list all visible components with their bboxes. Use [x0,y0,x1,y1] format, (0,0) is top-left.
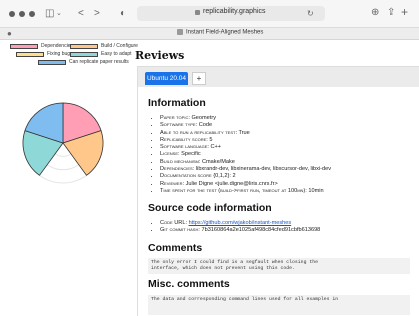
info-value: Code [197,122,213,129]
info-value: libxrandr-dev, libxinerama-dev, libxcurs… [194,166,332,173]
info-key: Replicability score: [160,136,208,143]
info-key: Dependencies: [160,166,195,173]
favicon-icon [177,29,183,35]
sidebar-icon[interactable]: ◫ [45,9,54,19]
minimize-window-icon[interactable] [19,11,25,17]
git-hash-value: 7b3160864a2e1025af498c84cfed91cbfb613698 [201,227,321,234]
browser-toolbar: ◫ ⌄ < > ◐ replicability.graphics ↻ ⊕ ⇪ + [0,0,419,28]
forward-icon[interactable]: > [94,9,100,19]
info-key: Paper topic: [160,115,190,121]
info-item: Dependencies: libxrandr-dev, libxinerama… [160,166,419,173]
info-key: Able to run a replicability test: [160,129,237,136]
info-item: Paper topic: Geometry [160,115,419,122]
new-tab-icon[interactable]: + [401,6,408,18]
chevron-down-icon[interactable]: ⌄ [56,9,62,19]
info-item: Build mechanism: Cmake/Make [160,159,419,166]
code-url-link[interactable]: https://github.com/wjakob/instant-meshes [189,220,292,226]
reviews-heading: Reviews [135,49,185,62]
info-key: Reviewer: [160,180,185,187]
info-key: Documentation score {0,1,2}: [160,173,231,180]
reviews-panel: Ubuntu 20.04 + Information Paper topic: … [137,66,419,316]
git-hash-key: Git commit hash: [160,227,200,234]
reload-icon[interactable]: ↻ [307,9,314,19]
misc-comments-heading: Misc. comments [148,278,230,290]
info-value: Specific [179,151,201,158]
info-item: Software language: C++ [160,144,419,151]
info-item: Time spent for the test (build->first ru… [160,188,419,195]
information-list: Paper topic: GeometrySoftware type: Code… [148,115,419,195]
info-key: Build mechanism: [160,158,201,165]
info-value: True [237,129,250,136]
list-item: Code URL: https://github.com/wjakob/inst… [160,220,419,227]
info-key: Software language: [160,144,209,151]
tab-bar: ● Instant Field-Aligned Meshes [0,28,419,40]
address-bar[interactable]: replicability.graphics ↻ [137,6,325,21]
share-icon[interactable]: ⇪ [387,8,395,18]
list-item: Git commit hash: 7b3160864a2e1025af498c8… [160,227,419,234]
download-icon[interactable]: ⊕ [371,8,379,18]
url-text: replicability.graphics [203,8,266,15]
review-content: Information Paper topic: GeometrySoftwar… [138,87,419,316]
lock-icon [195,10,200,15]
tab-instant-meshes[interactable]: Instant Field-Aligned Meshes [177,29,263,36]
info-value: 10min [306,187,324,194]
score-chart-panel: Dependencies Build / Configure Fixing bugs… [0,40,138,316]
info-item: Able to run a replicability test: True [160,130,419,137]
info-value: Julie Digne <julie.digne@liris.cnrs.fr> [184,180,278,187]
info-item: License: Specific [160,151,419,158]
score-pie-chart [22,102,104,184]
back-icon[interactable]: < [78,9,84,19]
info-value: C++ [208,144,222,151]
info-value: Geometry [189,115,217,121]
info-item: Reviewer: Julie Digne <julie.digne@liris… [160,181,419,188]
comments-text: The only error I could find is a segfaul… [148,258,410,274]
review-tabstrip: Ubuntu 20.04 + [138,67,419,87]
code-url-key: Code URL: [160,220,188,226]
tab-ubuntu-2004[interactable]: Ubuntu 20.04 [145,72,188,85]
tab-title: Instant Field-Aligned Meshes [186,29,264,36]
source-code-heading: Source code information [148,202,272,214]
github-icon[interactable]: ● [7,29,12,39]
info-key: License: [160,151,180,158]
comments-heading: Comments [148,242,203,254]
shield-icon[interactable]: ◐ [120,9,126,19]
info-value: 5 [207,136,213,143]
info-item: Software type: Code [160,122,419,129]
info-key: Time spent for the test (build->first ru… [160,187,307,194]
info-item: Replicability score: 5 [160,137,419,144]
reviews-section: Reviews Ubuntu 20.04 + Information Paper… [133,40,419,316]
zoom-window-icon[interactable] [29,11,35,17]
info-value: Cmake/Make [200,158,235,165]
close-window-icon[interactable] [9,11,15,17]
info-item: Documentation score {0,1,2}: 2 [160,173,419,180]
source-code-list: Code URL: https://github.com/wjakob/inst… [148,220,419,235]
information-heading: Information [148,97,206,109]
info-value: 2 [230,173,236,180]
add-tab-button[interactable]: + [192,72,206,85]
info-key: Software type: [160,122,198,129]
misc-comments-text: The data and corresponding command lines… [148,295,410,315]
